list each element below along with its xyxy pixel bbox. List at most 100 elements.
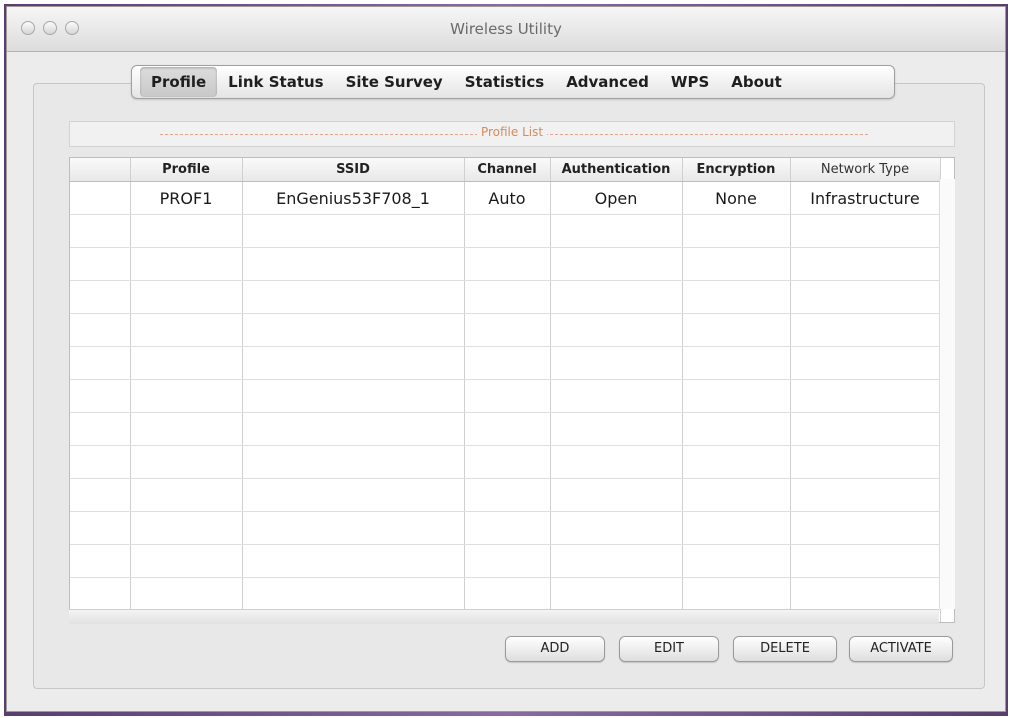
profile-table: Profile SSID Channel Authentication Encr… [69, 157, 955, 623]
empty-table-row [70, 247, 941, 281]
delete-button[interactable]: DELETE [733, 636, 837, 662]
empty-table-cell [790, 478, 941, 512]
empty-table-cell [464, 544, 551, 578]
empty-table-cell [242, 544, 465, 578]
add-button[interactable]: ADD [505, 636, 605, 662]
column-header-encryption[interactable]: Encryption [682, 158, 791, 182]
empty-table-cell [242, 280, 465, 314]
activate-button[interactable]: ACTIVATE [849, 636, 953, 662]
empty-table-cell [242, 478, 465, 512]
empty-table-cell [70, 214, 131, 248]
empty-table-cell [550, 577, 683, 611]
empty-table-cell [682, 214, 791, 248]
empty-table-cell [550, 346, 683, 380]
tab-profile[interactable]: Profile [140, 67, 218, 97]
empty-table-cell [682, 313, 791, 347]
empty-table-cell [550, 511, 683, 545]
empty-table-row [70, 280, 941, 314]
table-cell-authentication: Open [550, 181, 683, 215]
empty-table-cell [70, 247, 131, 281]
empty-table-cell [130, 445, 243, 479]
empty-table-row [70, 445, 941, 479]
empty-table-cell [790, 445, 941, 479]
empty-table-cell [464, 412, 551, 446]
empty-table-cell [70, 412, 131, 446]
window-title: Wireless Utility [450, 20, 562, 38]
empty-table-cell [790, 412, 941, 446]
empty-table-cell [70, 445, 131, 479]
wireless-utility-window: Wireless Utility Profile Link Status Sit… [6, 6, 1006, 712]
empty-table-cell [790, 247, 941, 281]
empty-table-row [70, 478, 941, 512]
table-cell-channel: Auto [464, 181, 551, 215]
empty-table-cell [682, 544, 791, 578]
empty-table-cell [130, 346, 243, 380]
empty-table-cell [464, 214, 551, 248]
empty-table-cell [130, 412, 243, 446]
empty-table-cell [682, 511, 791, 545]
empty-table-cell [242, 379, 465, 413]
tab-link-status[interactable]: Link Status [217, 67, 334, 97]
profile-list-header: Profile List [69, 121, 955, 147]
empty-table-cell [130, 280, 243, 314]
empty-table-row [70, 412, 941, 446]
empty-table-cell [464, 280, 551, 314]
empty-table-cell [550, 280, 683, 314]
empty-table-cell [130, 379, 243, 413]
empty-table-row [70, 511, 941, 545]
empty-table-cell [130, 214, 243, 248]
column-header-ssid[interactable]: SSID [242, 158, 465, 182]
empty-table-cell [682, 577, 791, 611]
horizontal-scrollbar[interactable] [69, 609, 939, 624]
empty-table-cell [790, 280, 941, 314]
empty-table-cell [550, 247, 683, 281]
column-header-channel[interactable]: Channel [464, 158, 551, 182]
tab-about[interactable]: About [720, 67, 793, 97]
table-cell-profile: PROF1 [130, 181, 243, 215]
empty-table-cell [550, 313, 683, 347]
empty-table-cell [130, 247, 243, 281]
empty-table-cell [790, 544, 941, 578]
empty-table-cell [790, 379, 941, 413]
empty-table-cell [464, 346, 551, 380]
table-cell [70, 181, 131, 215]
tab-statistics[interactable]: Statistics [454, 67, 555, 97]
empty-table-cell [70, 544, 131, 578]
empty-table-cell [464, 379, 551, 413]
empty-table-cell [70, 280, 131, 314]
empty-table-cell [70, 577, 131, 611]
empty-table-cell [790, 577, 941, 611]
empty-table-cell [242, 346, 465, 380]
tab-site-survey[interactable]: Site Survey [335, 67, 454, 97]
vertical-scrollbar[interactable] [939, 179, 955, 609]
empty-table-row [70, 313, 941, 347]
profile-list-title: Profile List [476, 125, 548, 139]
empty-table-cell [790, 313, 941, 347]
column-header-profile[interactable]: Profile [130, 158, 243, 182]
empty-table-cell [550, 478, 683, 512]
empty-table-cell [682, 346, 791, 380]
empty-table-cell [682, 379, 791, 413]
empty-table-cell [550, 214, 683, 248]
empty-table-cell [70, 511, 131, 545]
empty-table-row [70, 346, 941, 380]
tab-wps[interactable]: WPS [660, 67, 720, 97]
tab-advanced[interactable]: Advanced [555, 67, 660, 97]
table-row[interactable]: PROF1 EnGenius53F708_1 Auto Open None In… [70, 181, 941, 215]
empty-table-cell [464, 247, 551, 281]
title-bar[interactable]: Wireless Utility [7, 7, 1005, 52]
empty-table-cell [242, 313, 465, 347]
empty-table-cell [242, 412, 465, 446]
column-header[interactable] [70, 158, 131, 182]
empty-table-cell [464, 478, 551, 512]
empty-table-row [70, 577, 941, 611]
column-header-network-type[interactable]: Network Type [790, 158, 941, 182]
empty-table-cell [550, 412, 683, 446]
column-header-authentication[interactable]: Authentication [550, 158, 683, 182]
empty-table-cell [682, 445, 791, 479]
table-cell-network-type: Infrastructure [790, 181, 941, 215]
empty-table-row [70, 379, 941, 413]
empty-table-cell [464, 313, 551, 347]
edit-button[interactable]: EDIT [619, 636, 719, 662]
empty-table-cell [70, 313, 131, 347]
